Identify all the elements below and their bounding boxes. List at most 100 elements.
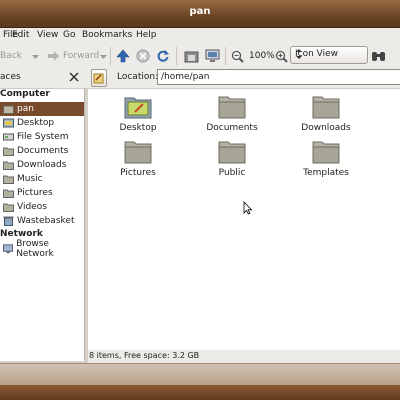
file-item-public[interactable]: Public [197,140,267,178]
back-button[interactable]: Back [0,48,22,64]
sidebar-item-label: Music [17,174,43,184]
location-bar: aces Location: /home/pan [0,68,400,89]
stop-button[interactable] [136,48,150,64]
zoom-in-icon [275,50,288,63]
home-button[interactable] [184,48,199,64]
back-label: Back [0,51,22,61]
drive-icon [3,133,14,141]
toolbar-separator [225,47,226,65]
chevron-down-icon [100,54,107,59]
file-item-pictures[interactable]: Pictures [103,140,173,178]
forward-dropdown[interactable] [100,48,107,64]
file-item-desktop[interactable]: Desktop [103,95,173,133]
sidebar-item-label: Desktop [17,118,55,128]
sidebar-item-browse-network[interactable]: Browse Network [0,239,84,259]
forward-label: Forward [63,51,100,61]
up-button[interactable] [116,48,130,64]
sidebar-heading-computer: Computer [0,89,50,99]
location-input[interactable]: /home/pan [157,69,400,85]
status-bar: 8 items, Free space: 3.2 GB [88,350,400,363]
sidebar-item-music[interactable]: Music [0,172,84,186]
folder-icon [312,95,340,119]
computer-icon [205,49,220,62]
sidebar-item-documents[interactable]: Documents [0,144,84,158]
file-item-label: Documents [206,123,258,133]
folder-icon [3,175,14,184]
sidebar-item-wastebasket[interactable]: Wastebasket [0,214,84,228]
file-item-downloads[interactable]: Downloads [291,95,361,133]
location-path: /home/pan [161,72,210,82]
menu-edit[interactable]: Edit [12,30,29,40]
zoom-level: 100% [249,51,275,61]
folder-icon [3,203,14,212]
chevron-down-icon [295,49,363,62]
sidebar-item-downloads[interactable]: Downloads [0,158,84,172]
folder-icon [312,140,340,164]
sidebar-item-label: Wastebasket [17,216,75,226]
sidebar-item-label: Videos [17,202,47,212]
sidebar-item-label: pan [17,104,34,114]
sidebar-item-label: Pictures [17,188,53,198]
sidebar-item-label: Downloads [17,160,67,170]
chevron-down-icon [32,54,39,59]
sidebar-heading-network: Network [0,229,43,239]
file-item-label: Downloads [301,123,351,133]
menubar: File Edit View Go Bookmarks Help [0,28,400,44]
folder-icon [218,140,246,164]
folder-icon [3,189,14,198]
file-item-templates[interactable]: Templates [291,140,361,178]
computer-button[interactable] [205,48,220,64]
network-icon [3,244,14,254]
sidebar-item-pan[interactable]: pan [0,102,84,116]
sidebar-item-label: Browse Network [16,239,54,259]
forward-arrow-icon [48,51,59,61]
back-dropdown[interactable] [32,48,39,64]
home-folder-icon [3,105,14,114]
folder-icon [218,95,246,119]
file-view[interactable]: Desktop Documents Downloads Pictures Pub… [88,89,400,350]
reload-button[interactable] [156,48,170,64]
menu-view[interactable]: View [37,30,58,40]
status-text: 8 items, Free space: 3.2 GB [89,351,200,360]
sidebar-item-videos[interactable]: Videos [0,200,84,214]
close-icon [69,72,79,82]
view-mode-select[interactable]: Icon View [290,46,368,64]
close-sidebar-button[interactable] [68,71,80,86]
zoom-out-icon [231,50,244,63]
menu-help[interactable]: Help [136,30,157,40]
home-folder-icon [184,51,199,63]
sidebar-item-desktop[interactable]: Desktop [0,116,84,130]
toolbar-separator [176,47,177,65]
desktop-panel [0,385,400,400]
folder-icon [3,161,14,170]
file-item-documents[interactable]: Documents [197,95,267,133]
desktop-folder-icon [124,95,152,119]
window-bottom-border [0,363,400,386]
mouse-pointer-icon [243,201,253,215]
search-button[interactable] [371,48,386,64]
menu-bookmarks[interactable]: Bookmarks [82,30,132,40]
toolbar-separator [110,47,111,65]
trash-icon [3,216,14,226]
sidebar-item-label: File System [17,132,69,142]
menu-go[interactable]: Go [63,30,75,40]
reload-icon [157,50,169,62]
location-label: Location: [117,72,159,82]
sidebar-places-label: aces [0,72,21,82]
file-item-label: Desktop [119,123,157,133]
window-titlebar[interactable]: pan [0,0,400,28]
zoom-in-button[interactable] [275,48,288,64]
desktop-icon [3,118,14,128]
folder-icon [3,147,14,156]
forward-button[interactable]: Forward [46,48,99,64]
toggle-path-button[interactable] [91,69,107,87]
zoom-out-button[interactable] [231,48,244,64]
sidebar-item-file-system[interactable]: File System [0,130,84,144]
sidebar: Computer pan Desktop File System Documen… [0,89,85,361]
stop-icon [136,49,150,63]
sidebar-item-pictures[interactable]: Pictures [0,186,84,200]
window-title: pan [189,6,211,17]
edit-icon [93,73,104,84]
binoculars-icon [372,52,385,61]
file-item-label: Templates [303,168,349,178]
